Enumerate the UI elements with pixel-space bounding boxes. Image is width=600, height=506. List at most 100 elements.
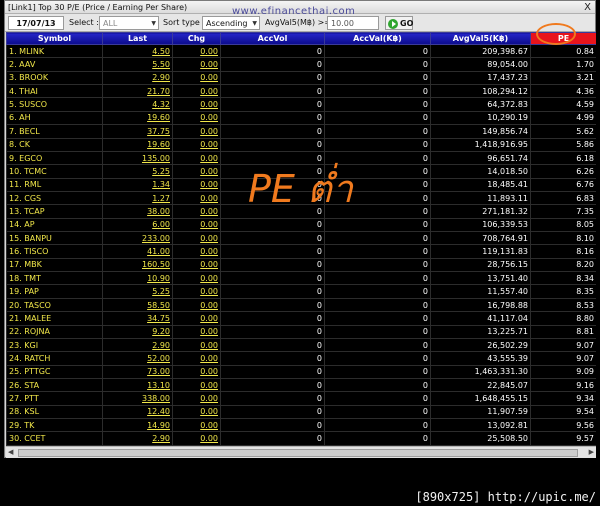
market-select[interactable]: ALL ▼ — [99, 16, 159, 30]
cell-chg[interactable]: 0.00 — [172, 43, 221, 59]
cell-symbol[interactable]: 1. MLINK — [6, 43, 103, 59]
cell-symbol[interactable]: 15. BANPU — [6, 231, 103, 246]
table-row[interactable]: 18. TMT 10.90 0.00 0 0 13,751.40 8.34 — [6, 271, 596, 286]
cell-last[interactable]: 14.90 — [102, 418, 173, 433]
cell-last[interactable]: 4.32 — [102, 97, 173, 112]
cell-symbol[interactable]: 9. EGCO — [6, 150, 103, 166]
cell-last[interactable]: 2.90 — [102, 70, 173, 86]
cell-symbol[interactable]: 30. CCET — [6, 431, 103, 446]
cell-chg[interactable]: 0.00 — [172, 124, 221, 139]
cell-last[interactable]: 135.00 — [102, 150, 173, 166]
table-row[interactable]: 14. AP 6.00 0.00 0 0 106,339.53 8.05 — [6, 217, 596, 233]
cell-last[interactable]: 1.34 — [102, 177, 173, 192]
table-row[interactable]: 27. PTT 338.00 0.00 0 0 1,648,455.15 9.34 — [6, 391, 596, 406]
cell-last[interactable]: 38.00 — [102, 204, 173, 219]
cell-symbol[interactable]: 26. STA — [6, 377, 103, 393]
sort-type-select[interactable]: Ascending ▼ — [202, 16, 260, 30]
cell-last[interactable]: 52.00 — [102, 351, 173, 366]
cell-symbol[interactable]: 13. TCAP — [6, 204, 103, 219]
table-row[interactable]: 8. CK 19.60 0.00 0 0 1,418,916.95 5.86 — [6, 137, 596, 152]
cell-chg[interactable]: 0.00 — [172, 217, 221, 233]
cell-symbol[interactable]: 25. PTTGC — [6, 364, 103, 379]
cell-chg[interactable]: 0.00 — [172, 404, 221, 420]
cell-symbol[interactable]: 21. MALEE — [6, 311, 103, 326]
cell-symbol[interactable]: 7. BECL — [6, 124, 103, 139]
column-header-chg[interactable]: Chg — [172, 32, 221, 45]
cell-last[interactable]: 19.60 — [102, 110, 173, 126]
column-header-last[interactable]: Last — [102, 32, 173, 45]
table-row[interactable]: 17. MBK 160.50 0.00 0 0 28,756.15 8.20 — [6, 257, 596, 273]
table-row[interactable]: 15. BANPU 233.00 0.00 0 0 708,764.91 8.10 — [6, 231, 596, 246]
date-field[interactable]: 17/07/13 — [8, 16, 64, 30]
table-row[interactable]: 26. STA 13.10 0.00 0 0 22,845.07 9.16 — [6, 377, 596, 393]
cell-symbol[interactable]: 2. AAV — [6, 57, 103, 72]
cell-symbol[interactable]: 16. TISCO — [6, 244, 103, 259]
cell-chg[interactable]: 0.00 — [172, 97, 221, 112]
cell-symbol[interactable]: 14. AP — [6, 217, 103, 233]
cell-last[interactable]: 73.00 — [102, 364, 173, 379]
horizontal-scrollbar[interactable]: ◀ ▶ — [6, 446, 596, 458]
cell-chg[interactable]: 0.00 — [172, 137, 221, 152]
cell-chg[interactable]: 0.00 — [172, 297, 221, 313]
cell-symbol[interactable]: 29. TK — [6, 418, 103, 433]
cell-chg[interactable]: 0.00 — [172, 150, 221, 166]
cell-last[interactable]: 5.25 — [102, 284, 173, 299]
cell-symbol[interactable]: 3. BROOK — [6, 70, 103, 86]
cell-chg[interactable]: 0.00 — [172, 377, 221, 393]
table-row[interactable]: 20. TASCO 58.50 0.00 0 0 16,798.88 8.53 — [6, 297, 596, 313]
cell-last[interactable]: 12.40 — [102, 404, 173, 420]
table-row[interactable]: 19. PAP 5.25 0.00 0 0 11,557.40 8.35 — [6, 284, 596, 299]
cell-last[interactable]: 58.50 — [102, 297, 173, 313]
cell-chg[interactable]: 0.00 — [172, 351, 221, 366]
cell-chg[interactable]: 0.00 — [172, 311, 221, 326]
cell-last[interactable]: 2.90 — [102, 431, 173, 446]
cell-symbol[interactable]: 10. TCMC — [6, 164, 103, 179]
table-row[interactable]: 1. MLINK 4.50 0.00 0 0 209,398.67 0.84 — [6, 43, 596, 59]
cell-symbol[interactable]: 22. ROJNA — [6, 324, 103, 339]
cell-chg[interactable]: 0.00 — [172, 391, 221, 406]
cell-chg[interactable]: 0.00 — [172, 337, 221, 353]
cell-symbol[interactable]: 28. KSL — [6, 404, 103, 420]
cell-chg[interactable]: 0.00 — [172, 364, 221, 379]
cell-chg[interactable]: 0.00 — [172, 284, 221, 299]
cell-symbol[interactable]: 27. PTT — [6, 391, 103, 406]
cell-last[interactable]: 233.00 — [102, 231, 173, 246]
cell-chg[interactable]: 0.00 — [172, 231, 221, 246]
cell-symbol[interactable]: 4. THAI — [6, 84, 103, 99]
cell-symbol[interactable]: 11. RML — [6, 177, 103, 192]
table-row[interactable]: 22. ROJNA 9.20 0.00 0 0 13,225.71 8.81 — [6, 324, 596, 339]
cell-symbol[interactable]: 19. PAP — [6, 284, 103, 299]
cell-last[interactable]: 338.00 — [102, 391, 173, 406]
cell-last[interactable]: 19.60 — [102, 137, 173, 152]
table-row[interactable]: 25. PTTGC 73.00 0.00 0 0 1,463,331.30 9.09 — [6, 364, 596, 379]
cell-last[interactable]: 13.10 — [102, 377, 173, 393]
cell-symbol[interactable]: 24. RATCH — [6, 351, 103, 366]
cell-last[interactable]: 21.70 — [102, 84, 173, 99]
cell-chg[interactable]: 0.00 — [172, 164, 221, 179]
table-row[interactable]: 7. BECL 37.75 0.00 0 0 149,856.74 5.62 — [6, 124, 596, 139]
cell-last[interactable]: 4.50 — [102, 43, 173, 59]
cell-last[interactable]: 9.20 — [102, 324, 173, 339]
table-row[interactable]: 29. TK 14.90 0.00 0 0 13,092.81 9.56 — [6, 418, 596, 433]
cell-symbol[interactable]: 12. CGS — [6, 190, 103, 206]
table-row[interactable]: 21. MALEE 34.75 0.00 0 0 41,117.04 8.80 — [6, 311, 596, 326]
cell-chg[interactable]: 0.00 — [172, 244, 221, 259]
cell-last[interactable]: 6.00 — [102, 217, 173, 233]
cell-last[interactable]: 1.27 — [102, 190, 173, 206]
cell-chg[interactable]: 0.00 — [172, 418, 221, 433]
column-header-symbol[interactable]: Symbol — [6, 32, 103, 45]
cell-last[interactable]: 41.00 — [102, 244, 173, 259]
cell-last[interactable]: 5.50 — [102, 57, 173, 72]
cell-symbol[interactable]: 17. MBK — [6, 257, 103, 273]
scroll-left-icon[interactable]: ◀ — [8, 448, 13, 456]
scrollbar-thumb[interactable] — [18, 449, 578, 457]
cell-last[interactable]: 37.75 — [102, 124, 173, 139]
cell-symbol[interactable]: 8. CK — [6, 137, 103, 152]
cell-last[interactable]: 160.50 — [102, 257, 173, 273]
cell-last[interactable]: 34.75 — [102, 311, 173, 326]
table-row[interactable]: 3. BROOK 2.90 0.00 0 0 17,437.23 3.21 — [6, 70, 596, 86]
table-row[interactable]: 16. TISCO 41.00 0.00 0 0 119,131.83 8.16 — [6, 244, 596, 259]
avgval-input[interactable]: 10.00 — [327, 16, 379, 30]
cell-last[interactable]: 2.90 — [102, 337, 173, 353]
go-button[interactable]: GO — [385, 16, 413, 30]
